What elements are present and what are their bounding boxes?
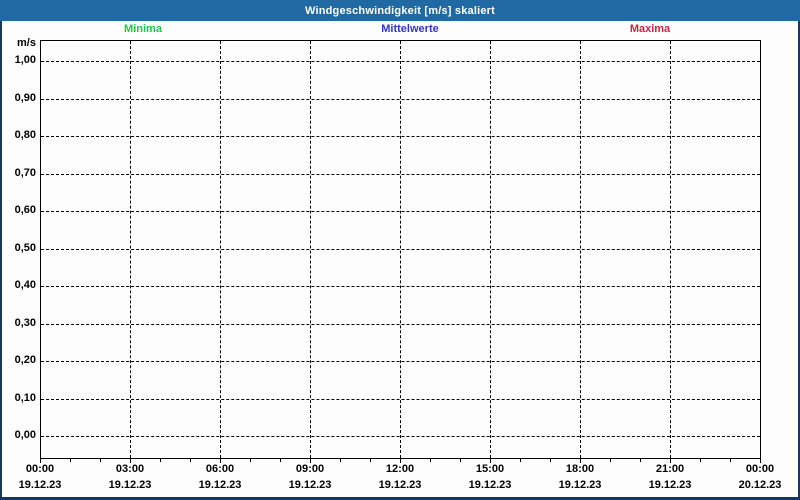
x-minor-tick <box>100 458 101 462</box>
x-minor-tick <box>430 458 431 462</box>
x-minor-tick <box>460 458 461 462</box>
x-gridline <box>220 41 221 458</box>
x-date-label: 19.12.23 <box>355 479 445 492</box>
x-time-label: 21:00 <box>625 463 715 476</box>
x-time-label: 18:00 <box>535 463 625 476</box>
x-minor-tick <box>370 458 371 462</box>
x-gridline <box>130 41 131 458</box>
x-minor-tick <box>610 458 611 462</box>
x-date-label: 20.12.23 <box>715 479 800 492</box>
legend-mittelwerte: Mittelwerte <box>350 23 470 35</box>
x-minor-tick <box>250 458 251 462</box>
x-date-label: 19.12.23 <box>625 479 715 492</box>
x-gridline <box>490 41 491 458</box>
x-minor-tick <box>190 458 191 462</box>
x-gridline <box>310 41 311 458</box>
x-time-label: 03:00 <box>85 463 175 476</box>
x-minor-tick <box>70 458 71 462</box>
y-tick-label: 0,40 <box>0 279 36 292</box>
x-gridline <box>670 41 671 458</box>
x-minor-tick <box>280 458 281 462</box>
y-tick-label: 0,60 <box>0 204 36 217</box>
x-date-label: 19.12.23 <box>175 479 265 492</box>
y-tick-label: 0,50 <box>0 242 36 255</box>
x-minor-tick <box>700 458 701 462</box>
y-tick-label: 0,10 <box>0 392 36 405</box>
x-minor-tick <box>550 458 551 462</box>
chart-window: Windgeschwindigkeit [m/s] skaliert Minim… <box>0 0 800 500</box>
x-minor-tick <box>520 458 521 462</box>
x-minor-tick <box>160 458 161 462</box>
y-tick-label: 0,20 <box>0 354 36 367</box>
y-tick-label: 1,00 <box>0 54 36 67</box>
legend-minima: Minima <box>83 23 203 35</box>
y-tick-label: 0,90 <box>0 92 36 105</box>
y-tick-label: 0,00 <box>0 429 36 442</box>
x-minor-tick <box>340 458 341 462</box>
x-gridline <box>580 41 581 458</box>
x-minor-tick <box>640 458 641 462</box>
window-title: Windgeschwindigkeit [m/s] skaliert <box>305 5 495 17</box>
x-date-label: 19.12.23 <box>0 479 85 492</box>
y-tick-label: 0,80 <box>0 129 36 142</box>
y-tick-label: 0,30 <box>0 317 36 330</box>
x-minor-tick <box>730 458 731 462</box>
y-tick-label: 0,70 <box>0 167 36 180</box>
title-bar: Windgeschwindigkeit [m/s] skaliert <box>0 0 800 21</box>
y-axis-unit-label: m/s <box>0 37 36 50</box>
x-date-label: 19.12.23 <box>445 479 535 492</box>
x-date-label: 19.12.23 <box>535 479 625 492</box>
x-time-label: 15:00 <box>445 463 535 476</box>
x-gridline <box>400 41 401 458</box>
x-time-label: 00:00 <box>0 463 85 476</box>
x-time-label: 12:00 <box>355 463 445 476</box>
x-date-label: 19.12.23 <box>265 479 355 492</box>
x-date-label: 19.12.23 <box>85 479 175 492</box>
x-time-label: 00:00 <box>715 463 800 476</box>
x-time-label: 06:00 <box>175 463 265 476</box>
legend-maxima: Maxima <box>590 23 710 35</box>
x-time-label: 09:00 <box>265 463 355 476</box>
